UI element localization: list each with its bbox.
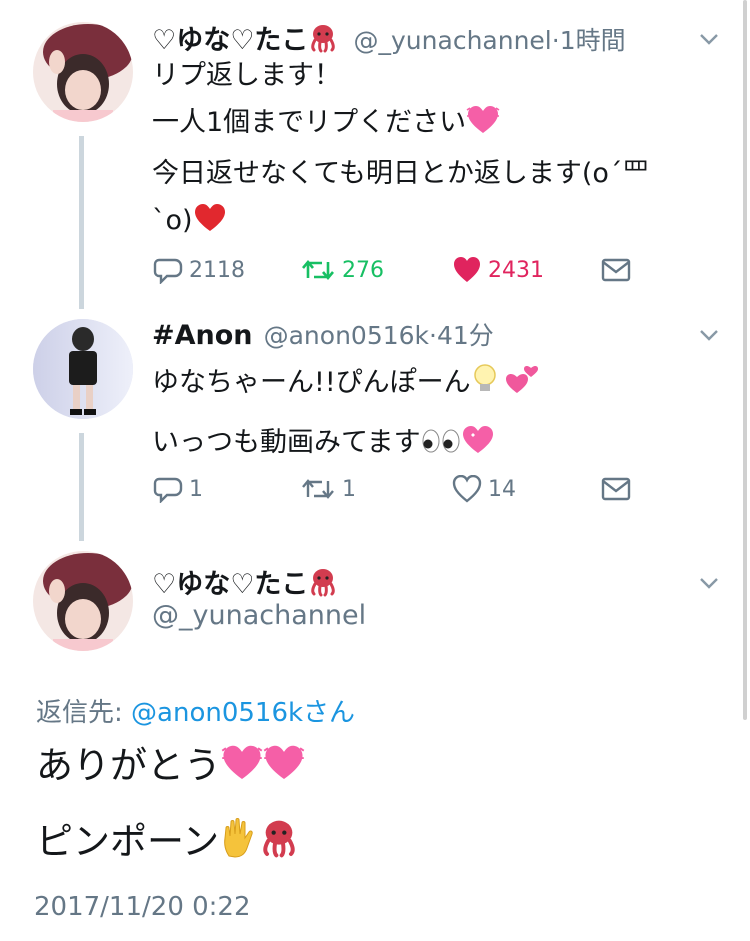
tweet-text-line: ピンポーン (36, 820, 220, 863)
tweet-author-handle[interactable]: @anon0516k (264, 321, 429, 350)
chevron-down-icon[interactable] (698, 28, 720, 50)
envelope-icon (601, 258, 631, 282)
octopus-emoji (308, 567, 338, 601)
avatar[interactable] (33, 319, 133, 419)
reply-button[interactable]: 2118 (153, 256, 245, 284)
tweet-time[interactable]: 41分 (437, 321, 494, 350)
avatar[interactable] (33, 22, 133, 122)
reply-icon (153, 258, 183, 284)
heart-icon (454, 257, 480, 282)
tweet-author-name[interactable]: ♡ゆな♡たこ (152, 569, 308, 600)
eyes-emoji (421, 419, 461, 475)
direct-message-button[interactable] (601, 477, 637, 501)
tweet-time[interactable]: 1時間 (560, 26, 626, 55)
tweet-timestamp[interactable]: 2017/11/20 0:22 (34, 892, 251, 922)
scrollbar[interactable] (743, 0, 747, 720)
like-count: 2431 (488, 257, 544, 283)
reply-to-link[interactable]: @anon0516kさん (131, 698, 355, 728)
envelope-icon (601, 477, 631, 501)
thread-line (79, 136, 84, 309)
retweet-icon (302, 479, 334, 499)
tweet-text-line: 一人1個までリプください (152, 107, 467, 138)
reply-icon (153, 477, 183, 503)
retweet-button[interactable]: 1 (300, 475, 356, 503)
raised-hand-emoji (219, 816, 259, 875)
tweet-text-line: 今日返せなくても明日とか返します(o´罒 (152, 158, 650, 189)
tweet-author-handle[interactable]: @_yunachannel (354, 26, 552, 55)
tweet-author-name[interactable]: #Anon (152, 320, 253, 351)
chevron-down-icon[interactable] (698, 572, 720, 594)
tweet-text-line: ゆなちゃーん!!ぴんぽーん (152, 367, 471, 398)
heart-emoji (263, 741, 305, 799)
retweet-icon (302, 259, 334, 281)
thread-line (79, 433, 84, 541)
tweet-text-line: いっつも動画みてます (152, 427, 421, 458)
retweet-count: 276 (342, 257, 384, 283)
tweet-author-handle[interactable]: @_yunachannel (152, 600, 366, 631)
tweet-text-line: リプ返します！ (152, 60, 341, 91)
tweet-text-line: `o) (152, 205, 193, 236)
like-button[interactable]: 14 (452, 475, 516, 503)
avatar[interactable] (33, 551, 133, 651)
chevron-down-icon[interactable] (698, 324, 720, 346)
reply-count: 1 (189, 476, 203, 502)
sparkling-heart-emoji (461, 419, 495, 475)
light-bulb-emoji (471, 359, 499, 415)
heart-emoji (466, 103, 500, 150)
two-hearts-emoji (505, 359, 539, 415)
like-button[interactable]: 2431 (452, 256, 544, 284)
octopus-emoji (259, 817, 299, 875)
reply-count: 2118 (189, 257, 245, 283)
heart-outline-icon (452, 475, 482, 503)
reply-button[interactable]: 1 (153, 475, 203, 503)
tweet-text-line: ありがとう (36, 744, 221, 787)
direct-message-button[interactable] (601, 258, 637, 282)
heart-emoji (221, 741, 263, 799)
retweet-count: 1 (342, 476, 356, 502)
like-count: 14 (488, 476, 516, 502)
reply-to-label: 返信先: (36, 698, 132, 728)
red-heart-emoji (193, 201, 227, 248)
retweet-button[interactable]: 276 (300, 256, 384, 284)
